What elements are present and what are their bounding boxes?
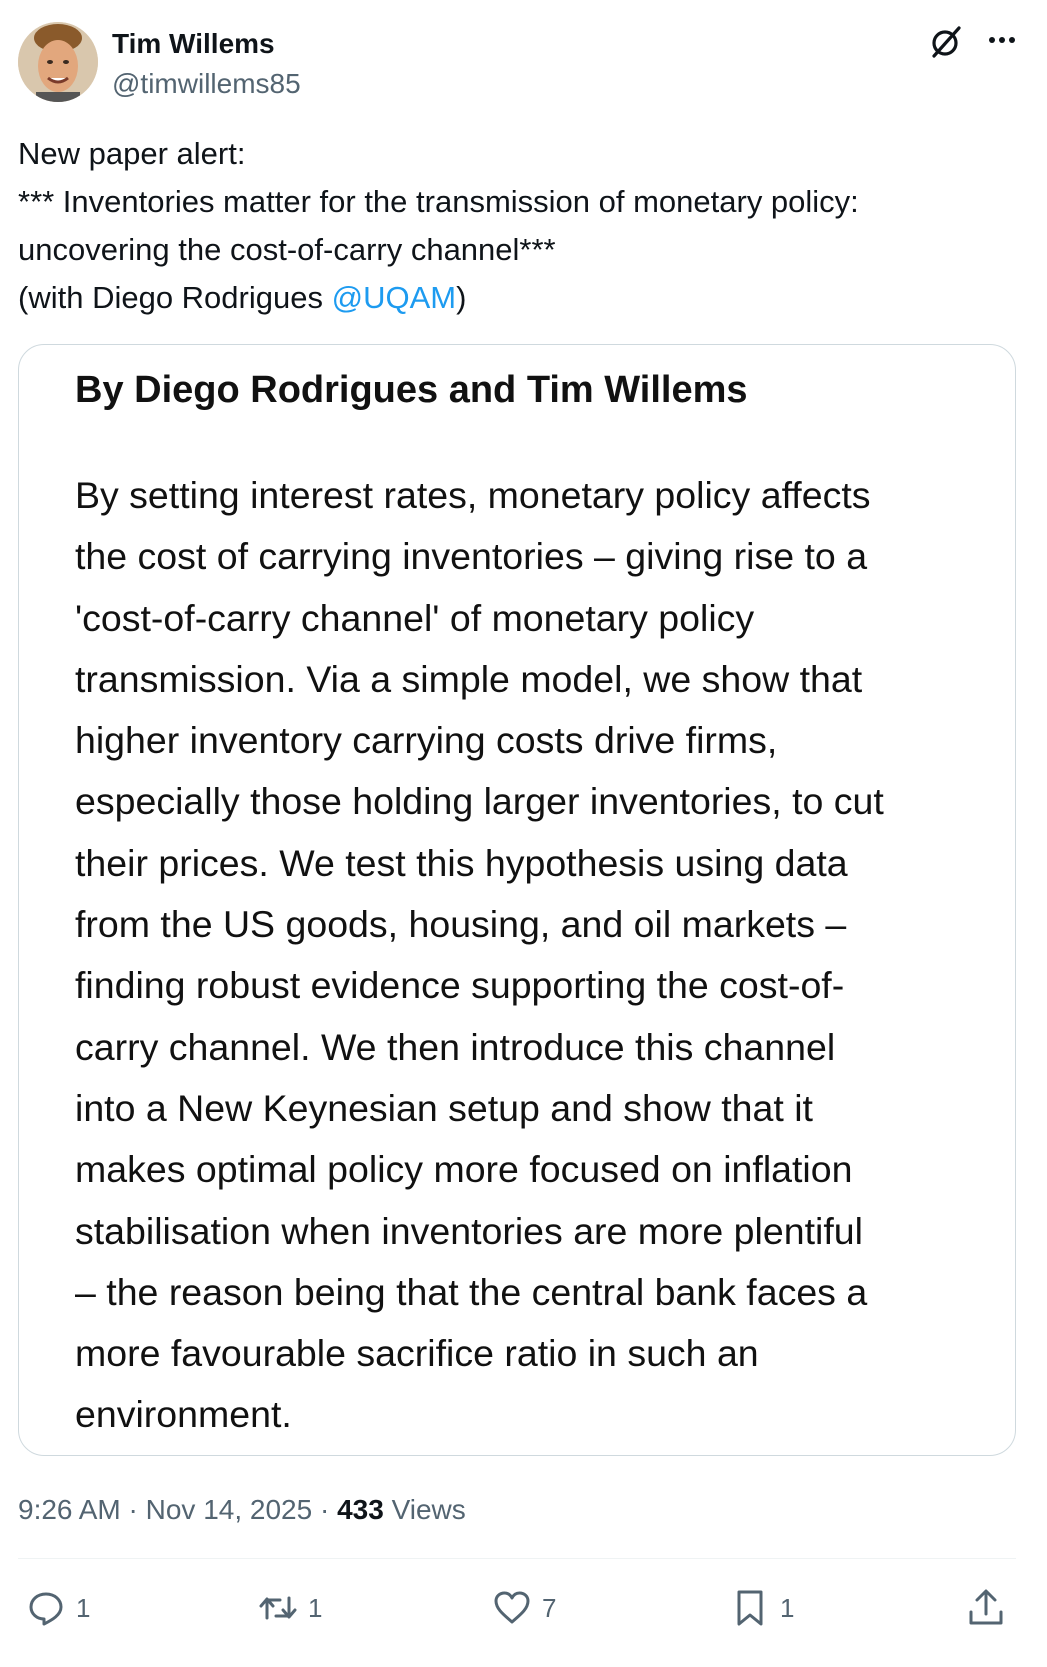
share-button[interactable] bbox=[966, 1586, 1006, 1630]
abstract-line: especially those holding larger inventor… bbox=[75, 780, 884, 823]
abstract-line: environment. bbox=[75, 1393, 292, 1436]
author-display-name[interactable]: Tim Willems bbox=[112, 24, 275, 64]
abstract-line: higher inventory carrying costs drive fi… bbox=[75, 719, 778, 762]
repost-button[interactable]: 1 bbox=[258, 1586, 322, 1630]
divider bbox=[18, 1558, 1016, 1559]
reply-button[interactable]: 1 bbox=[26, 1586, 90, 1630]
reply-icon bbox=[29, 1592, 63, 1626]
abstract-line: 'cost-of-carry channel' of monetary poli… bbox=[75, 596, 755, 639]
abstract-line: By setting interest rates, monetary poli… bbox=[75, 474, 871, 516]
abstract-line: transmission. Via a simple model, we sho… bbox=[75, 657, 863, 700]
mention-link[interactable]: @UQAM bbox=[332, 280, 456, 315]
like-count: 7 bbox=[542, 1592, 557, 1623]
reply-count: 1 bbox=[76, 1592, 91, 1623]
tweet-date[interactable]: Nov 14, 2025 bbox=[146, 1494, 313, 1525]
abstract-line: – the reason being that the central bank… bbox=[75, 1270, 868, 1313]
abstract-line: more favourable sacrifice ratio in such … bbox=[75, 1332, 759, 1375]
tweet-time[interactable]: 9:26 AM bbox=[18, 1494, 121, 1525]
grok-slash-icon[interactable] bbox=[928, 24, 964, 60]
share-icon bbox=[969, 1589, 1003, 1625]
tweet-line-suffix: ) bbox=[456, 280, 467, 315]
abstract-line: makes optimal policy more focused on inf… bbox=[75, 1148, 853, 1191]
avatar[interactable] bbox=[18, 22, 98, 102]
bookmark-button[interactable]: 1 bbox=[730, 1586, 794, 1630]
meta-separator: · bbox=[120, 1494, 146, 1525]
views-count: 433 bbox=[337, 1494, 384, 1525]
tweet-text: New paper alert: *** Inventories matter … bbox=[18, 130, 1018, 322]
tweet-line: (with Diego Rodrigues @UQAM) bbox=[18, 274, 1018, 322]
author-handle[interactable]: @timwillems85 bbox=[112, 64, 301, 104]
abstract-line: their prices. We test this hypothesis us… bbox=[75, 841, 848, 884]
tweet-line-prefix: (with Diego Rodrigues bbox=[18, 280, 332, 315]
paper-authors: By Diego Rodrigues and Tim Willems bbox=[75, 369, 748, 411]
like-button[interactable]: 7 bbox=[492, 1586, 556, 1630]
media-image-card[interactable]: By Diego Rodrigues and Tim Willems By se… bbox=[18, 344, 1016, 1456]
heart-icon bbox=[494, 1591, 530, 1624]
meta-separator: · bbox=[312, 1494, 338, 1525]
abstract-line: the cost of carrying inventories – givin… bbox=[75, 535, 868, 578]
abstract-line: stabilisation when inventories are more … bbox=[75, 1209, 863, 1252]
repost-count: 1 bbox=[308, 1592, 323, 1623]
tweet-line: uncovering the cost-of-carry channel*** bbox=[18, 232, 556, 267]
abstract-line: finding robust evidence supporting the c… bbox=[75, 964, 845, 1007]
bookmark-icon bbox=[737, 1590, 763, 1626]
bookmark-count: 1 bbox=[780, 1592, 795, 1623]
paper-abstract: By setting interest rates, monetary poli… bbox=[75, 465, 995, 1446]
tweet-line: *** Inventories matter for the transmiss… bbox=[18, 184, 859, 219]
repost-icon bbox=[259, 1596, 297, 1620]
abstract-line: from the US goods, housing, and oil mark… bbox=[75, 903, 847, 946]
tweet-line: New paper alert: bbox=[18, 136, 246, 171]
abstract-line: into a New Keynesian setup and show that… bbox=[75, 1086, 813, 1129]
more-dots-icon[interactable] bbox=[984, 26, 1020, 62]
views-label: Views bbox=[383, 1494, 466, 1525]
abstract-line: carry channel. We then introduce this ch… bbox=[75, 1025, 836, 1068]
profile-photo-icon bbox=[18, 22, 98, 102]
tweet-meta: 9:26 AM · Nov 14, 2025 · 433 Views bbox=[18, 1490, 466, 1530]
